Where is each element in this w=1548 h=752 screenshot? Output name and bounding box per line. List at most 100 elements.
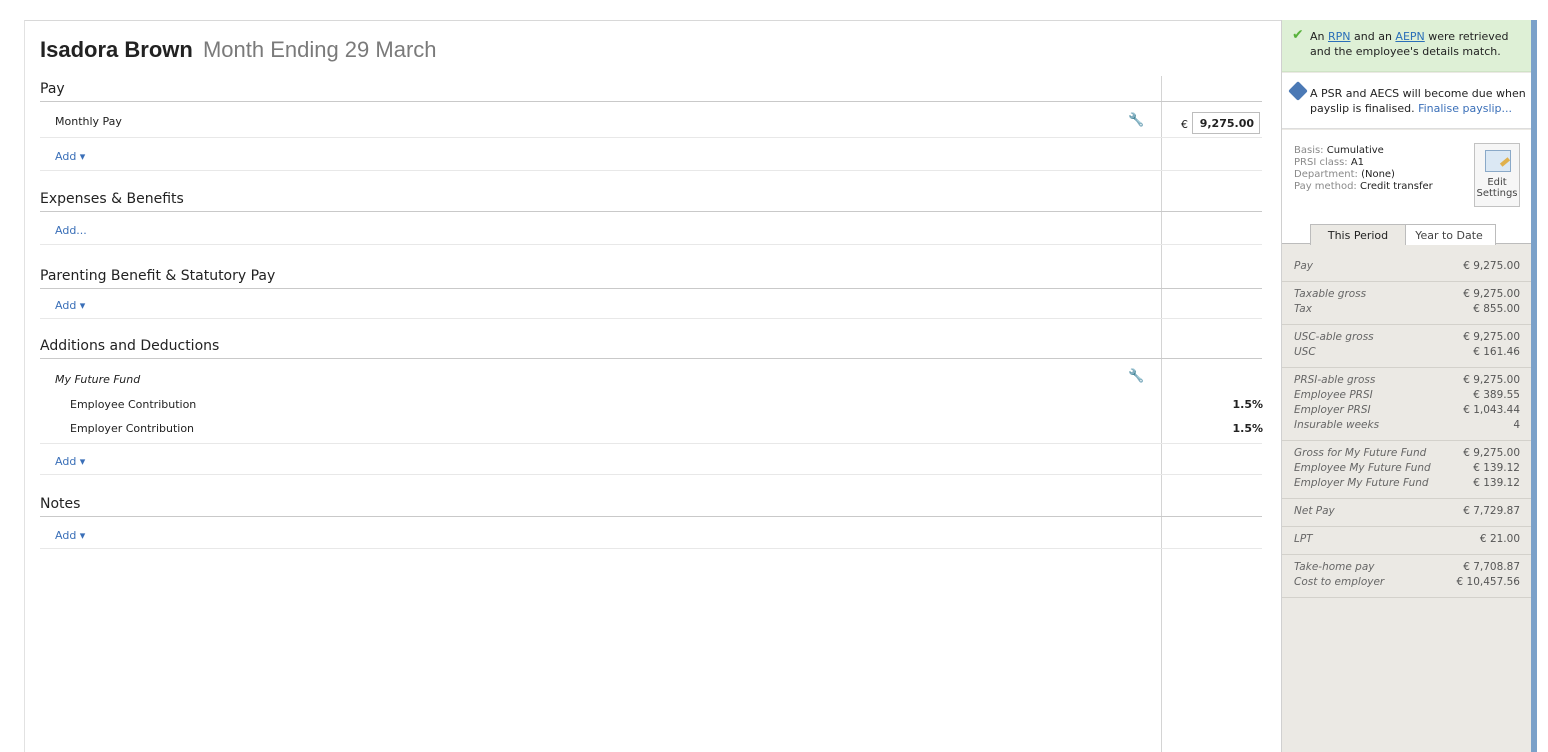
summary-tabs: This Period Year to Date	[1282, 220, 1532, 245]
summary-label: LPT	[1294, 533, 1313, 545]
edit-settings-icon	[1485, 150, 1511, 172]
fund-name[interactable]: My Future Fund	[55, 373, 140, 386]
section-additions-title: Additions and Deductions	[40, 338, 1262, 359]
employee-name: Isadora Brown	[40, 37, 193, 62]
department-key: Department:	[1294, 169, 1362, 180]
summary-group: Pay € 9,275.00	[1282, 254, 1532, 282]
monthly-pay-amount-field[interactable]: 9,275.00	[1192, 112, 1260, 134]
sidebar-edge	[1531, 20, 1537, 752]
divider	[40, 548, 1262, 549]
summary-group: Net Pay € 7,729.87	[1282, 499, 1532, 527]
summary-group: PRSI-able gross € 9,275.00 Employee PRSI € …	[1282, 368, 1532, 441]
summary-label: Insurable weeks	[1294, 419, 1380, 431]
currency-symbol: €	[1181, 118, 1188, 131]
summary-value: € 21.00	[1479, 533, 1520, 545]
summary-value: € 855.00	[1473, 303, 1520, 315]
wrench-icon[interactable]: 🔧	[1128, 369, 1144, 384]
pay-period: Month Ending 29 March	[202, 37, 437, 62]
summary-label: Taxable gross	[1294, 288, 1367, 300]
summary-line: LPT € 21.00	[1294, 533, 1520, 548]
divider	[40, 244, 1262, 245]
summary-value: € 161.46	[1473, 346, 1520, 358]
monthly-pay-label: Monthly Pay	[55, 115, 122, 128]
divider	[40, 443, 1262, 444]
summary-line: Taxable gross € 9,275.00	[1294, 288, 1520, 303]
section-parenting-title: Parenting Benefit & Statutory Pay	[40, 268, 1262, 289]
summary-line: Net Pay € 7,729.87	[1294, 505, 1520, 520]
summary-list: Pay € 9,275.00 Taxable gross € 9,275.00 Tax €…	[1282, 254, 1532, 598]
summary-group: Taxable gross € 9,275.00 Tax € 855.00	[1282, 282, 1532, 325]
summary-label: Employee My Future Fund	[1294, 462, 1431, 474]
summary-line: USC € 161.46	[1294, 346, 1520, 361]
expenses-add-button[interactable]: Add...	[55, 224, 87, 237]
summary-label: USC-able gross	[1294, 331, 1374, 343]
summary-line: Employee My Future Fund € 139.12	[1294, 462, 1520, 477]
notice-text: An	[1310, 30, 1328, 43]
section-notes-title: Notes	[40, 496, 1262, 517]
summary-value: € 9,275.00	[1463, 374, 1520, 386]
prsi-value: A1	[1350, 157, 1365, 168]
section-expenses-title: Expenses & Benefits	[40, 191, 1262, 212]
basis-key: Basis:	[1294, 145, 1327, 156]
parenting-add-button[interactable]: Add ▾	[55, 299, 85, 312]
pay-method-key: Pay method:	[1294, 181, 1360, 192]
notes-add-button[interactable]: Add ▾	[55, 529, 85, 542]
edit-settings-button[interactable]: Edit Settings	[1474, 143, 1520, 207]
column-divider	[1161, 76, 1162, 752]
summary-group: Gross for My Future Fund € 9,275.00 Employ…	[1282, 441, 1532, 499]
summary-label: Pay	[1294, 260, 1313, 272]
divider	[40, 318, 1262, 319]
section-pay-title: Pay	[40, 81, 1262, 102]
pay-method-value: Credit transfer	[1359, 181, 1433, 192]
notice-text: and an	[1350, 30, 1396, 43]
summary-line: PRSI-able gross € 9,275.00	[1294, 374, 1520, 389]
summary-label: Employee PRSI	[1294, 389, 1373, 401]
info-diamond-icon	[1288, 81, 1308, 101]
summary-group: USC-able gross € 9,275.00 USC € 161.46	[1282, 325, 1532, 368]
additions-add-button[interactable]: Add ▾	[55, 455, 85, 468]
summary-label: Net Pay	[1294, 505, 1335, 517]
employee-contribution-label: Employee Contribution	[70, 398, 197, 411]
wrench-icon[interactable]: 🔧	[1128, 113, 1144, 128]
summary-line: Employer My Future Fund € 139.12	[1294, 477, 1520, 492]
summary-value: € 389.55	[1473, 389, 1520, 401]
summary-label: Gross for My Future Fund	[1294, 447, 1427, 459]
summary-value: € 7,708.87	[1463, 561, 1520, 573]
summary-line: Employee PRSI € 389.55	[1294, 389, 1520, 404]
divider	[40, 474, 1262, 475]
summary-group: Take-home pay € 7,708.87 Cost to employer €…	[1282, 555, 1532, 598]
summary-line: Take-home pay € 7,708.87	[1294, 561, 1520, 576]
summary-line: Cost to employer € 10,457.56	[1294, 576, 1520, 591]
summary-value: € 9,275.00	[1463, 331, 1520, 343]
summary-label: Employer My Future Fund	[1294, 477, 1429, 489]
summary-value: € 9,275.00	[1463, 260, 1520, 272]
psr-notice: A PSR and AECS will become due when pays…	[1282, 73, 1532, 129]
tab-year-to-date[interactable]: Year to Date	[1402, 224, 1496, 245]
employer-contribution-value: 1.5%	[1232, 422, 1263, 435]
summary-line: Insurable weeks 4	[1294, 419, 1520, 434]
checkmark-icon: ✔	[1292, 27, 1304, 43]
summary-line: Employer PRSI € 1,043.44	[1294, 404, 1520, 419]
summary-label: Take-home pay	[1294, 561, 1375, 573]
aepn-link[interactable]: AEPN	[1395, 30, 1424, 43]
department-value: (None)	[1361, 169, 1395, 180]
summary-line: Pay € 9,275.00	[1294, 260, 1520, 275]
employee-contribution-value: 1.5%	[1232, 398, 1263, 411]
rpn-link[interactable]: RPN	[1328, 30, 1351, 43]
summary-value: € 139.12	[1473, 477, 1520, 489]
settings-label: Settings	[1476, 188, 1518, 199]
summary-value: € 9,275.00	[1463, 288, 1520, 300]
summary-line: Gross for My Future Fund € 9,275.00	[1294, 447, 1520, 462]
finalise-payslip-link[interactable]: Finalise payslip...	[1418, 102, 1512, 115]
summary-sidebar: ✔ An RPN and an AEPN were retrieved and …	[1281, 20, 1532, 752]
rpn-match-notice: ✔ An RPN and an AEPN were retrieved and …	[1282, 20, 1532, 72]
summary-label: USC	[1294, 346, 1316, 358]
summary-label: PRSI-able gross	[1294, 374, 1376, 386]
page-title: Isadora Brown Month Ending 29 March	[40, 37, 437, 63]
pay-add-button[interactable]: Add ▾	[55, 150, 85, 163]
summary-value: € 10,457.56	[1456, 576, 1520, 588]
summary-group: LPT € 21.00	[1282, 527, 1532, 555]
tab-this-period[interactable]: This Period	[1310, 224, 1406, 245]
employee-settings-info: Basis: Cumulative PRSI class: A1 Departm…	[1282, 130, 1532, 220]
monthly-pay-row[interactable]: Monthly Pay	[40, 106, 1262, 138]
